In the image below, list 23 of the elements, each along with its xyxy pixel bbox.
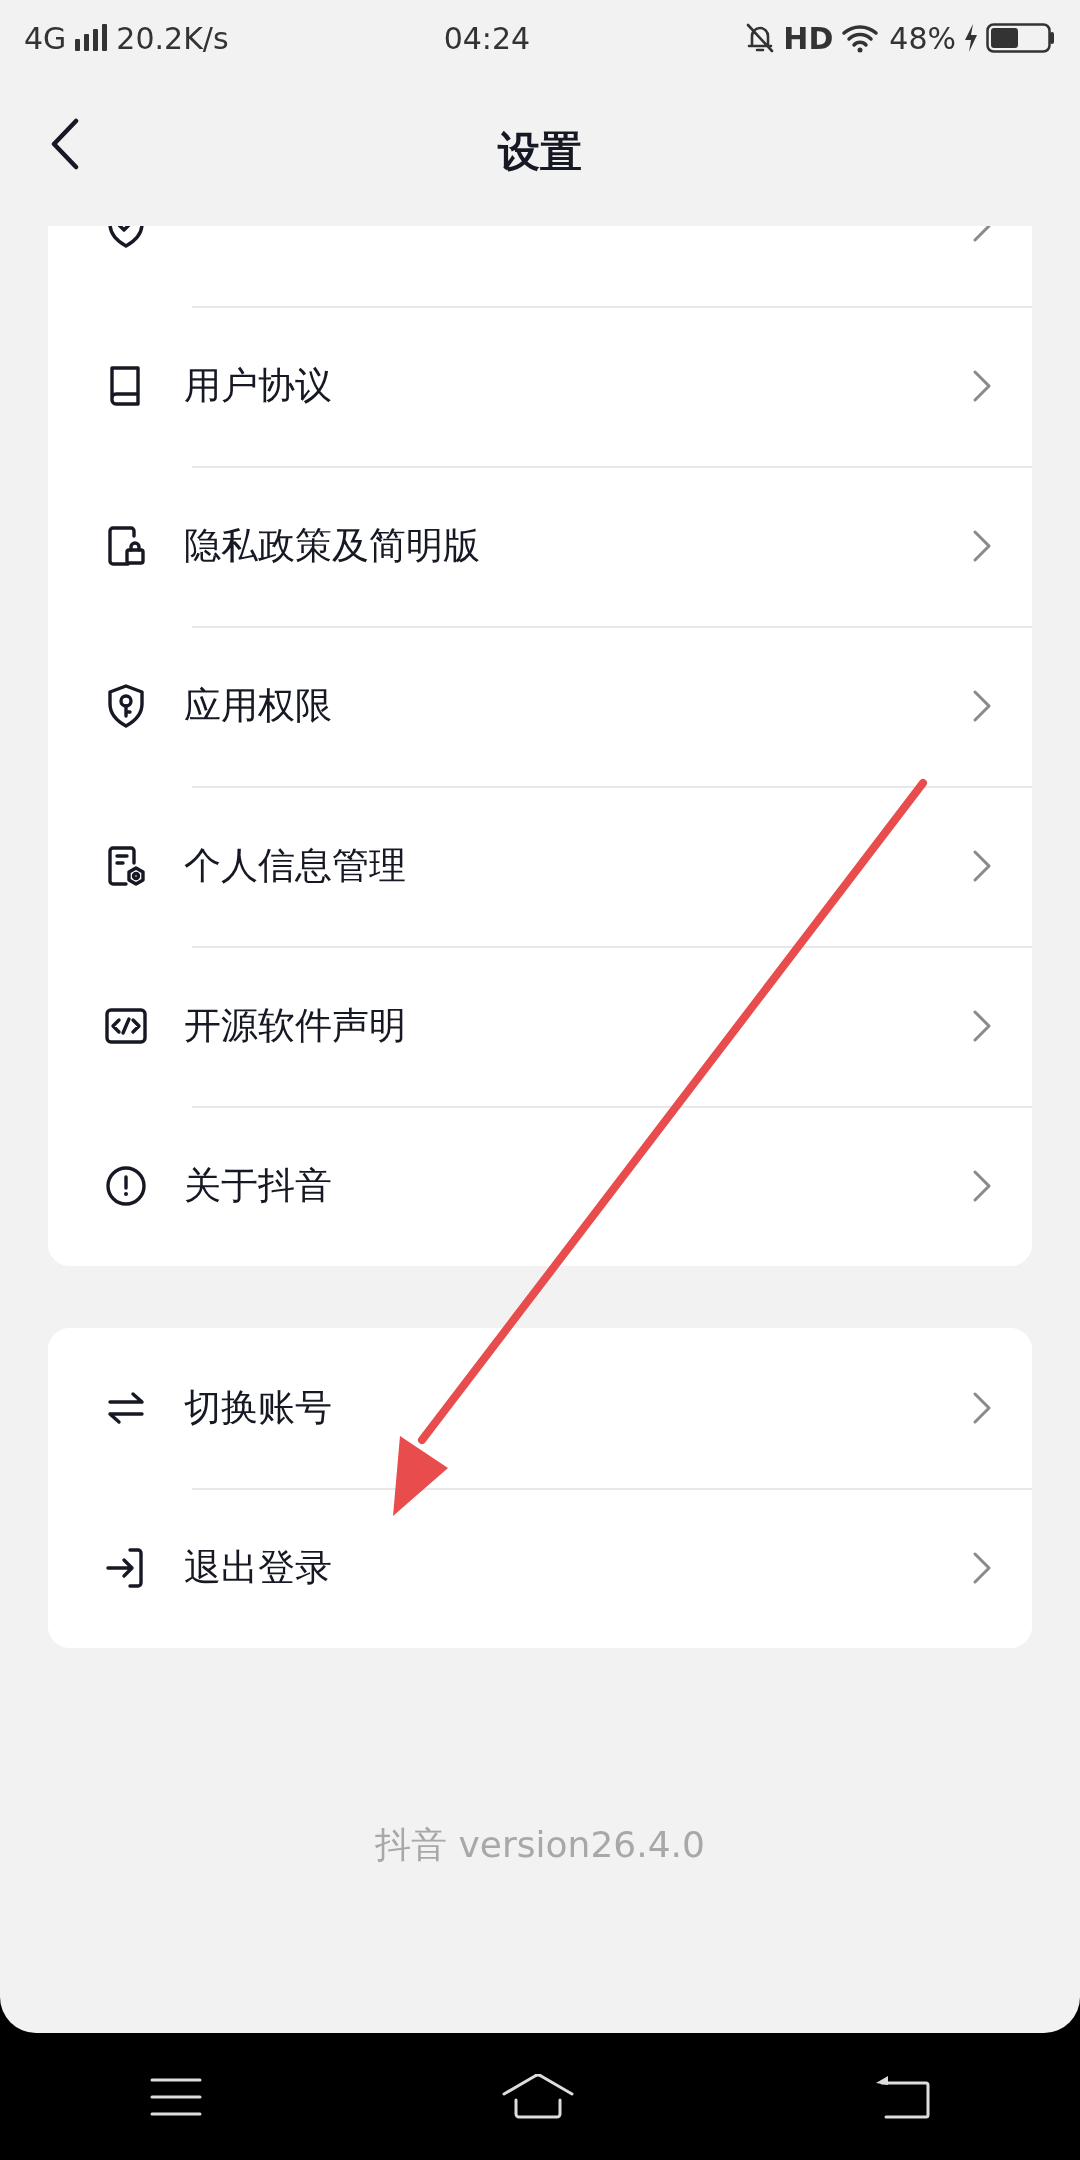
page-title: 设置 (498, 125, 582, 178)
chevron-right-icon (972, 529, 992, 563)
menu-icon[interactable] (150, 2076, 202, 2117)
chevron-right-icon (972, 369, 992, 403)
network-speed: 20.2K/s (116, 19, 229, 58)
version-text: 抖音 version26.4.0 (374, 1823, 706, 1867)
muted-bell-icon (745, 22, 776, 54)
chevron-right-icon (972, 1009, 992, 1043)
network-type: 4G (24, 19, 67, 58)
chevron-right-icon (972, 1391, 992, 1425)
signal-icon (74, 23, 109, 53)
back-nav-icon[interactable] (874, 2073, 930, 2120)
charging-icon (964, 23, 978, 53)
hd-label: HD (783, 19, 834, 58)
chevron-right-icon (972, 689, 992, 723)
battery-percent: 48% (889, 19, 956, 58)
back-icon (50, 118, 80, 170)
chevron-right-icon (972, 1169, 992, 1203)
battery-icon (986, 22, 1056, 54)
clock: 04:24 (443, 20, 531, 56)
chevron-right-icon (972, 849, 992, 883)
home-icon[interactable] (502, 2073, 574, 2120)
chevron-right-icon (972, 1551, 992, 1585)
